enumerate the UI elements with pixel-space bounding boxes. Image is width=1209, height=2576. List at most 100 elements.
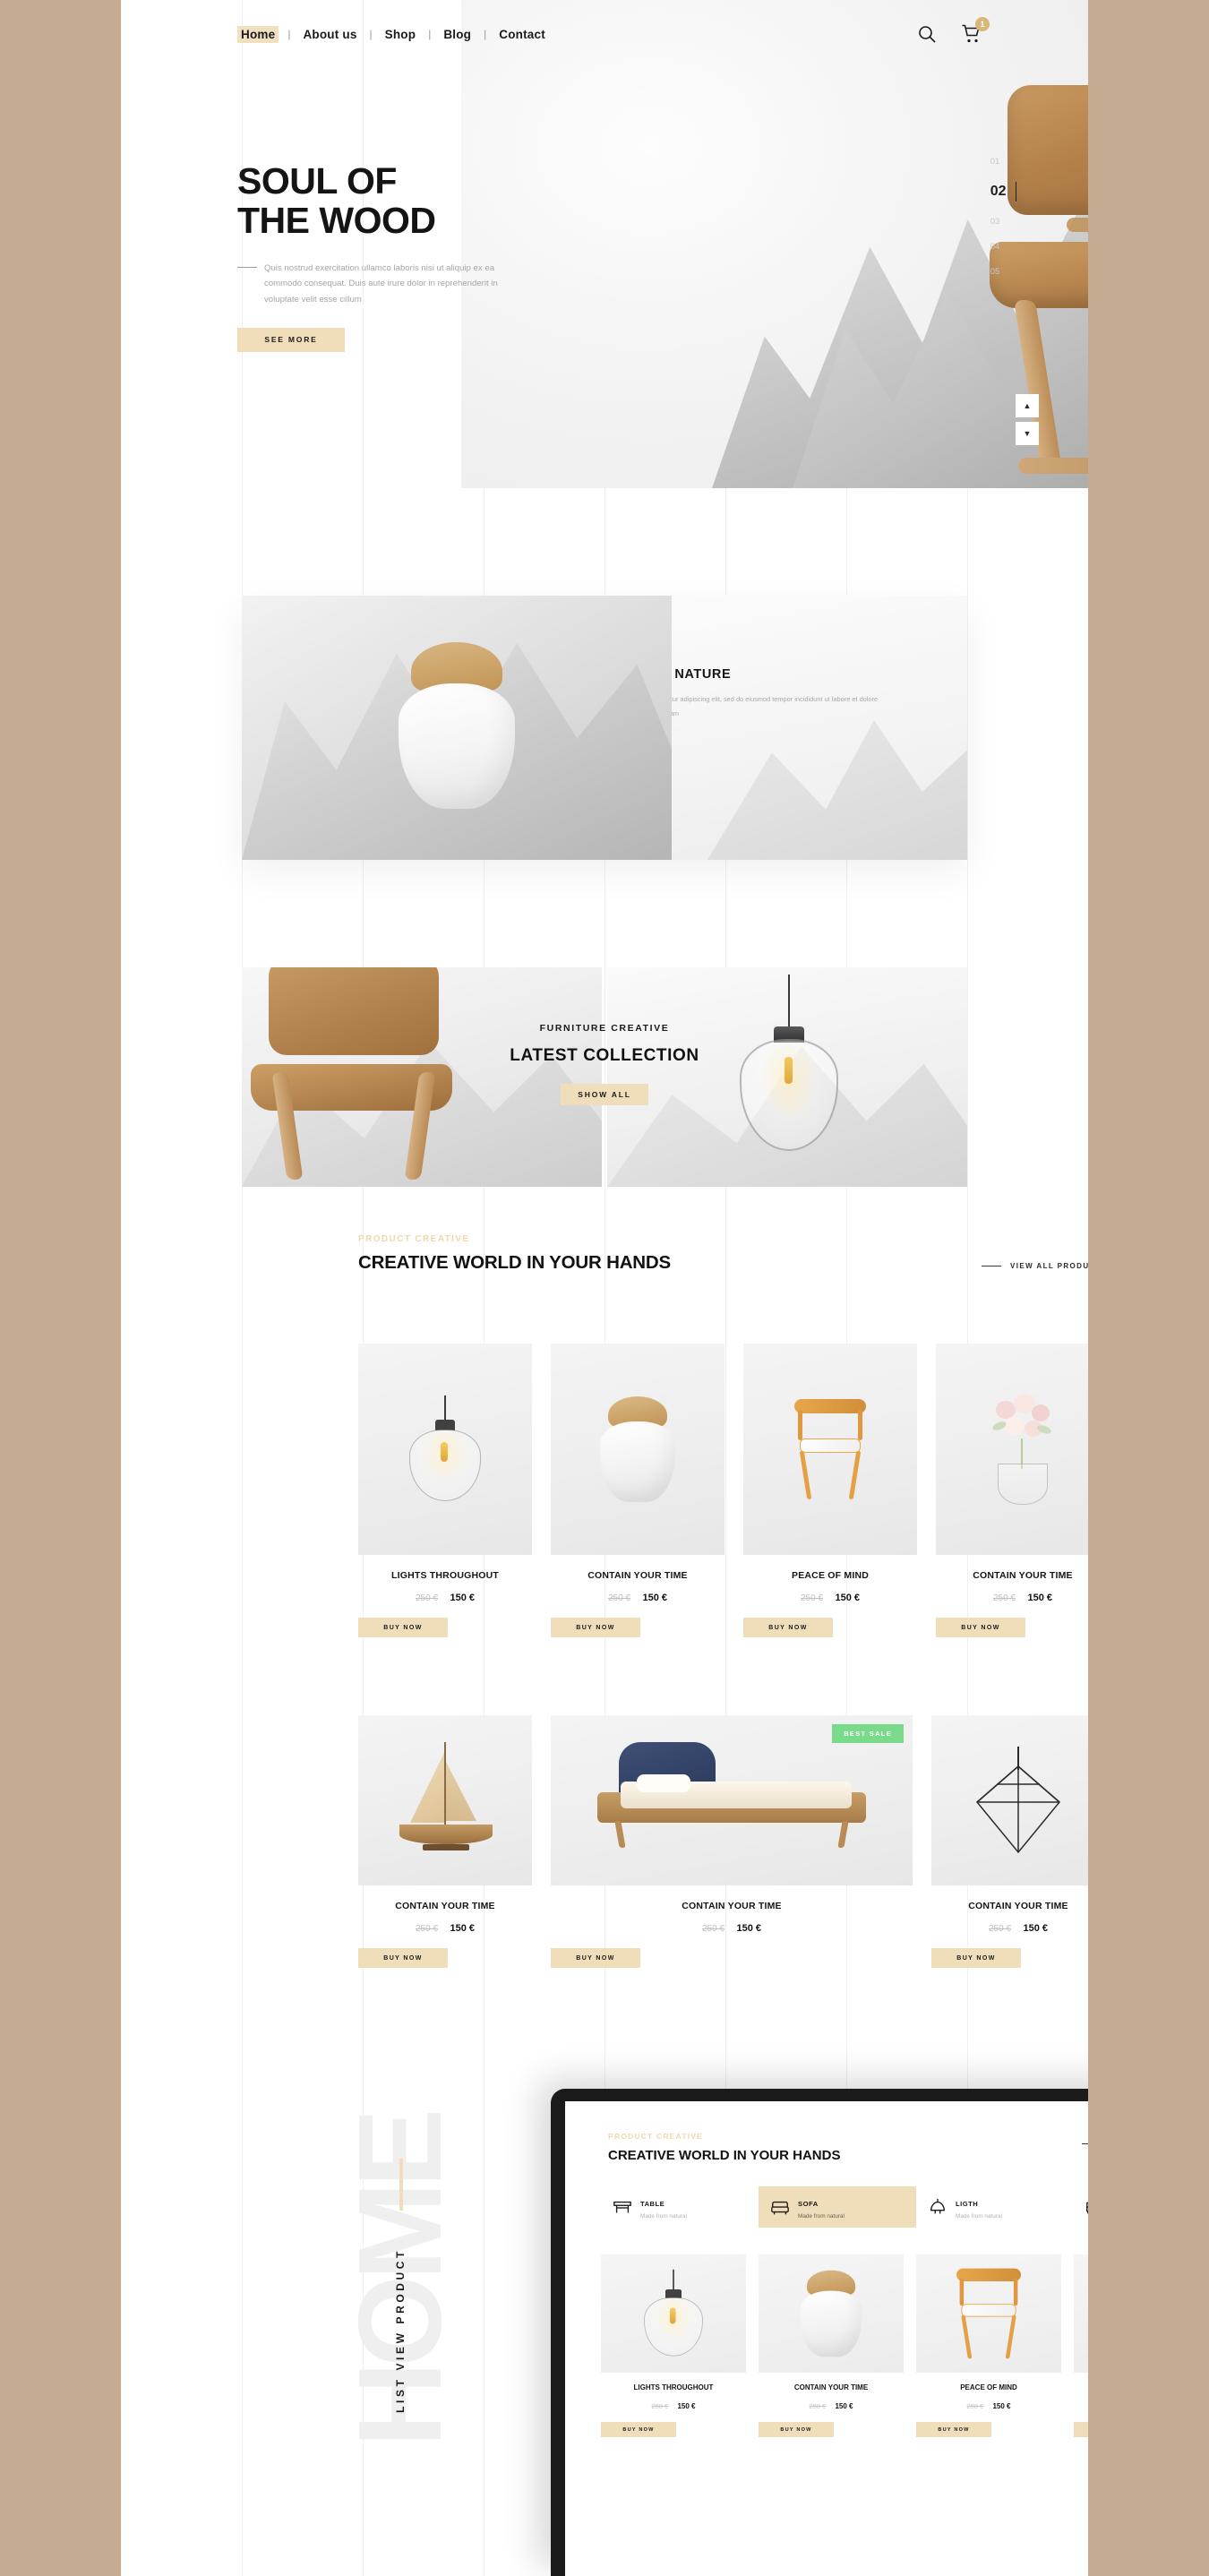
arrow-down-icon[interactable]: ▼: [1016, 422, 1039, 445]
inspiration-title: INSPIRATION FROM NATURE: [672, 667, 732, 682]
product-price: 150 €: [992, 2402, 1011, 2410]
hero-slider-pagination: 01 02 03 04 05: [990, 157, 1016, 277]
category-text: SOFA Made from natural: [798, 2194, 845, 2220]
latest-collection-title: LATEST COLLECTION: [510, 1046, 699, 1065]
tablet-product-card[interactable]: LIGHTS THROUGHOUT 250 € 150 € BUY NOW: [601, 2254, 746, 2437]
arrow-up-icon[interactable]: ▲: [1016, 394, 1039, 417]
product-thumbnail: [551, 1344, 725, 1555]
product-card-featured[interactable]: BEST SALE CONTAIN YOUR TIME 250 € 150 € …: [551, 1715, 913, 1968]
view-all-product-link[interactable]: VIEW ALL PRODUCT: [982, 1262, 1088, 1270]
products-eyebrow: PRODUCT CREATIVE: [358, 1234, 470, 1244]
product-price: 150 €: [450, 1593, 475, 1603]
nav-item-home[interactable]: Home: [237, 25, 279, 43]
product-prices: 250 € 150 €: [358, 1919, 532, 1936]
nav-item-about-us[interactable]: About us: [299, 26, 360, 43]
product-thumbnail: [936, 1344, 1088, 1555]
product-prices: 250 € 150 €: [1074, 2397, 1088, 2413]
buy-now-button[interactable]: BUY NOW: [759, 2422, 834, 2437]
slide-indicator-02[interactable]: 02: [990, 182, 1016, 202]
buy-now-button[interactable]: BUY NOW: [743, 1618, 833, 1637]
hero-title-line1: SOUL OF: [237, 160, 397, 202]
tablet-title: CREATIVE WORLD IN YOUR HANDS: [608, 2148, 841, 2163]
nav-item-contact[interactable]: Contact: [495, 26, 549, 43]
product-card[interactable]: CONTAIN YOUR TIME 250 € 150 € BUY NOW: [936, 1344, 1088, 1637]
products-title: CREATIVE WORLD IN YOUR HANDS: [358, 1252, 671, 1273]
category-desc: Made from natural: [640, 2213, 687, 2220]
inspiration-image: [242, 596, 672, 860]
inspiration-description-text: Lorem ipsum dolor sit amet, consectetur …: [672, 695, 879, 717]
product-old-price: 250 €: [415, 1924, 439, 1934]
product-name: LIGHTS THROUGHOUT: [633, 2383, 714, 2391]
tablet-product-card[interactable]: CONTAIN YOUR TIME 250 € 150 € BUY NOW: [759, 2254, 904, 2437]
product-prices: 250 € 150 €: [551, 1919, 913, 1936]
product-old-price: 250 €: [966, 2402, 984, 2410]
category-text: TABLE Made from natural: [640, 2194, 687, 2220]
product-prices: 250 € 150 €: [759, 2397, 904, 2413]
buy-now-button[interactable]: BUY NOW: [551, 1948, 640, 1968]
nav-item-blog[interactable]: Blog: [440, 26, 475, 43]
category-filter-bar: TABLE Made from natural SOFA Made from n…: [601, 2186, 1088, 2228]
slide-indicator-05[interactable]: 05: [990, 267, 1000, 277]
list-view-product-section: HOME LIST VIEW PRODUCT PRODUCT CREATIVE …: [242, 2051, 1088, 2576]
buy-now-button[interactable]: BUY NOW: [916, 2422, 991, 2437]
product-card[interactable]: CONTAIN YOUR TIME 250 € 150 € BUY NOW: [551, 1344, 725, 1637]
tablet-product-card[interactable]: PEACE OF MIND 250 € 150 € BUY NOW: [916, 2254, 1061, 2437]
product-name: LIGHTS THROUGHOUT: [390, 1570, 500, 1581]
category-sofa[interactable]: SOFA Made from natural: [759, 2186, 916, 2228]
tablet-product-grid: LIGHTS THROUGHOUT 250 € 150 € BUY NOW CO…: [601, 2254, 1088, 2437]
hero-title: SOUL OF THE WOOD: [237, 161, 533, 241]
slide-indicator-03[interactable]: 03: [990, 217, 1000, 227]
tablet-section-header: PRODUCT CREATIVE CREATIVE WORLD IN YOUR …: [565, 2101, 1088, 2163]
buy-now-button[interactable]: BUY NOW: [551, 1618, 640, 1637]
product-price: 150 €: [450, 1923, 475, 1934]
category-text: LIGTH Made from natural: [956, 2194, 1002, 2220]
buy-now-button[interactable]: BUY NOW: [358, 1618, 448, 1637]
product-old-price: 250 €: [809, 2402, 827, 2410]
hero-description-text: Quis nostrud exercitation ullamco labori…: [264, 262, 498, 305]
view-all-dash-icon: [1082, 2142, 1088, 2145]
latest-collection-subtitle: FURNITURE CREATIVE: [539, 1023, 670, 1034]
lamp-icon: [928, 2198, 947, 2216]
product-name: CONTAIN YOUR TIME: [793, 2383, 869, 2391]
category-name: TABLE: [640, 2200, 665, 2208]
bed-icon: [1085, 2198, 1088, 2216]
product-name: CONTAIN YOUR TIME: [395, 1901, 495, 1911]
category-bed[interactable]: BED Made from natural: [1074, 2186, 1088, 2228]
tablet-product-card[interactable]: CONTAIN YOUR TIME 250 € 150 € BUY NOW: [1074, 2254, 1088, 2437]
nav-separator: |: [287, 28, 291, 40]
product-name: CONTAIN YOUR TIME: [682, 1901, 782, 1911]
product-price: 150 €: [1023, 1923, 1048, 1934]
product-name: CONTAIN YOUR TIME: [587, 1570, 688, 1581]
buy-now-button[interactable]: BUY NOW: [931, 1948, 1021, 1968]
show-all-button[interactable]: SHOW ALL: [561, 1084, 648, 1105]
tablet-view-all-link[interactable]: VIEW ALL PRODUCT: [1082, 2141, 1088, 2147]
category-table[interactable]: TABLE Made from natural: [601, 2186, 759, 2228]
inspiration-panel: INSPIRATION FROM NATURE Lorem ipsum dolo…: [672, 596, 967, 860]
product-card[interactable]: CONTAIN YOUR TIME 250 € 150 € BUY NOW: [931, 1715, 1088, 1968]
see-more-button[interactable]: SEE MORE: [237, 327, 345, 352]
vase-illustration: [399, 642, 515, 809]
nav-item-shop[interactable]: Shop: [382, 26, 420, 43]
product-thumbnail: [916, 2254, 1061, 2373]
slide-indicator-01[interactable]: 01: [990, 157, 1000, 167]
buy-now-button[interactable]: BUY NOW: [601, 2422, 676, 2437]
search-icon[interactable]: [916, 23, 938, 45]
product-card[interactable]: CONTAIN YOUR TIME 250 € 150 € BUY NOW: [358, 1715, 532, 1968]
cart-icon[interactable]: 1: [961, 17, 990, 45]
product-card[interactable]: PEACE OF MIND 250 € 150 € BUY NOW: [743, 1344, 917, 1637]
inspiration-copy: INSPIRATION FROM NATURE Lorem ipsum dolo…: [672, 667, 896, 751]
buy-now-button[interactable]: BUY NOW: [936, 1618, 1025, 1637]
product-old-price: 250 €: [992, 1593, 1016, 1603]
cart-count-badge: 1: [975, 17, 990, 31]
hero-slider: SOUL OF THE WOOD Quis nostrud exercitati…: [121, 0, 1088, 488]
buy-now-button[interactable]: BUY NOW: [358, 1948, 448, 1968]
category-ligth[interactable]: LIGTH Made from natural: [916, 2186, 1074, 2228]
buy-now-button[interactable]: BUY NOW: [1074, 2422, 1088, 2437]
hero-copy: SOUL OF THE WOOD Quis nostrud exercitati…: [237, 161, 533, 352]
slide-indicator-04[interactable]: 04: [990, 242, 1000, 252]
category-desc: Made from natural: [798, 2213, 845, 2220]
product-card[interactable]: LIGHTS THROUGHOUT 250 € 150 € BUY NOW: [358, 1344, 532, 1637]
category-name: LIGTH: [956, 2200, 979, 2208]
hero-slider-arrows: ▲ ▼: [1016, 394, 1039, 445]
table-icon: [613, 2198, 632, 2216]
